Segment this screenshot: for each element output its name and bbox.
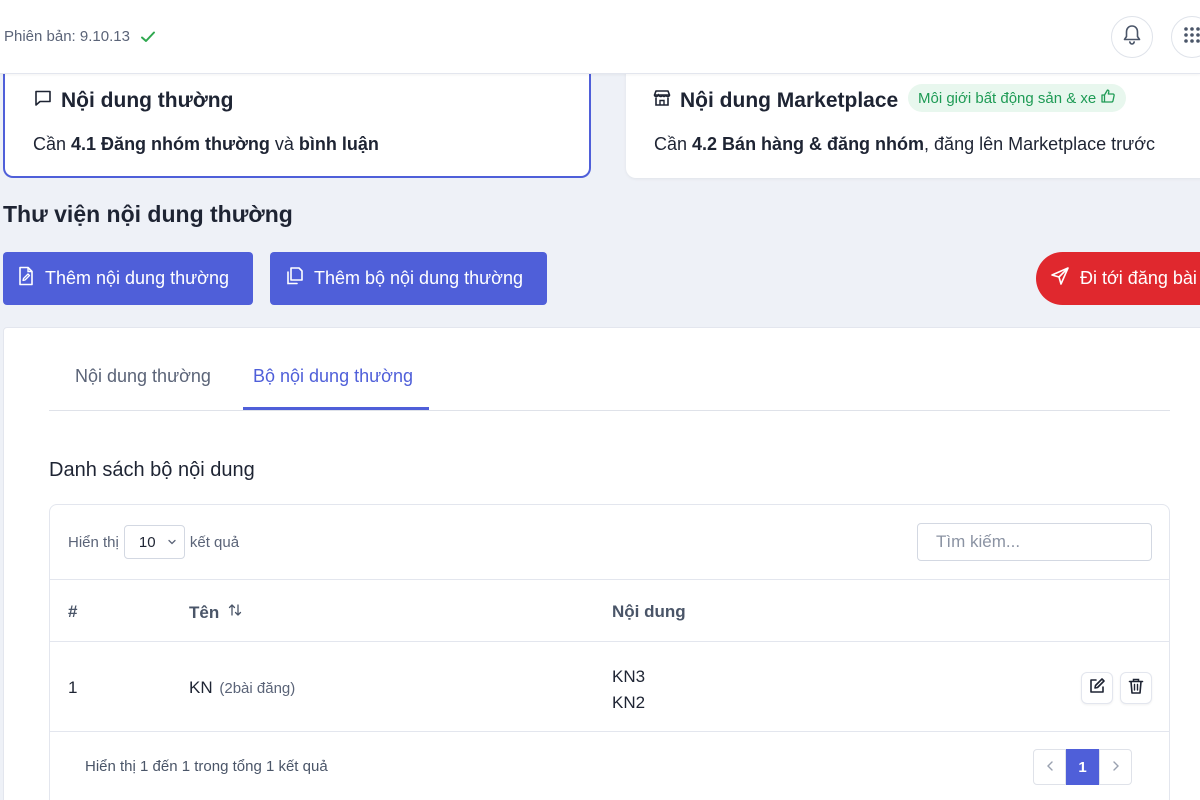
pagination: 1 [1033, 749, 1132, 785]
tab-content-sets[interactable]: Bộ nội dung thường [253, 366, 413, 387]
marketplace-badge-text: Môi giới bất động sản & xe [918, 89, 1097, 107]
tab-normal-content[interactable]: Nội dung thường [75, 366, 211, 387]
apps-grid-icon [1182, 25, 1200, 50]
library-title: Thư viện nội dung thường [3, 201, 293, 227]
page-size-select[interactable]: 10 [123, 525, 185, 559]
normal-desc-bold-1: 4.1 Đăng nhóm thường [71, 134, 270, 154]
marketplace-card-description: Cần 4.2 Bán hàng & đăng nhóm, đăng lên M… [654, 134, 1155, 155]
normal-card-title: Nội dung thường [33, 88, 233, 114]
market-desc-suffix: , đăng lên Marketplace trước [924, 134, 1156, 154]
notification-button[interactable] [1111, 16, 1153, 58]
results-label: kết quả [189, 533, 240, 551]
edit-icon [1088, 677, 1106, 700]
page-size-control: Hiển thị 10 kết quả [68, 525, 239, 559]
page-size-value: 10 [138, 533, 156, 551]
bell-icon [1122, 24, 1142, 51]
row-content: KN3 KN2 [612, 664, 645, 716]
marketplace-badge: Môi giới bất động sản & xe [908, 84, 1127, 112]
go-to-posting-button[interactable]: Đi tới đăng bài [1036, 252, 1200, 305]
thumbs-up-icon [1100, 88, 1116, 108]
marketplace-card-title: Nội dung Marketplace [652, 88, 898, 114]
column-number: # [68, 602, 78, 621]
content-panel: Nội dung thường Bộ nội dung thường Danh … [3, 327, 1200, 800]
marketplace-card-title-text: Nội dung Marketplace [680, 89, 899, 112]
column-name[interactable]: Tên [189, 602, 243, 623]
table-header: # Tên Nội dung [50, 579, 1169, 642]
row-post-count: (2bài đăng) [219, 680, 296, 697]
normal-content-card[interactable]: Nội dung thường Cần 4.1 Đăng nhóm thường… [3, 60, 591, 178]
file-edit-icon [17, 266, 35, 291]
normal-desc-mid: và [269, 134, 299, 154]
show-label: Hiển thị [68, 533, 119, 551]
chevron-down-icon [167, 534, 177, 551]
normal-desc-prefix: Cần [33, 134, 72, 154]
trash-icon [1127, 677, 1145, 700]
sort-icon[interactable] [227, 602, 243, 623]
active-tab-indicator [243, 407, 429, 410]
chevron-left-icon [1045, 759, 1055, 776]
market-desc-prefix: Cần [654, 134, 693, 154]
version-label: Phiên bản: 9.10.13 [4, 28, 130, 45]
page-button-1[interactable]: 1 [1066, 749, 1099, 785]
normal-card-title-text: Nội dung thường [61, 89, 234, 112]
row-name-text: KN [189, 678, 213, 697]
tab-bar: Nội dung thường Bộ nội dung thường [49, 328, 1170, 411]
edit-button[interactable] [1081, 672, 1113, 704]
chevron-right-icon [1111, 759, 1121, 776]
row-content-line-1: KN3 [612, 667, 646, 686]
row-name: KN (2bài đăng) [189, 678, 295, 698]
column-content: Nội dung [612, 602, 686, 621]
message-square-icon [33, 88, 53, 114]
normal-desc-bold-2: bình luận [298, 134, 379, 154]
send-icon [1050, 266, 1070, 291]
add-content-set-label: Thêm bộ nội dung thường [314, 268, 523, 288]
check-icon [140, 29, 156, 45]
row-number: 1 [68, 678, 78, 697]
market-desc-bold: 4.2 Bán hàng & đăng nhóm [692, 134, 925, 154]
pagination-summary: Hiển thị 1 đến 1 trong tổng 1 kết quả [85, 758, 328, 775]
delete-button[interactable] [1120, 672, 1152, 704]
add-content-label: Thêm nội dung thường [45, 268, 229, 288]
next-page-button[interactable] [1099, 749, 1132, 785]
version-info: Phiên bản: 9.10.13 [4, 28, 156, 45]
content-set-table: Hiển thị 10 kết quả # Tên Nội dung 1 [49, 504, 1170, 800]
column-name-label: Tên [189, 602, 220, 622]
list-title: Danh sách bộ nội dung [49, 459, 255, 481]
go-to-posting-label: Đi tới đăng bài [1080, 268, 1197, 288]
row-content-line-2: KN2 [612, 693, 646, 712]
add-content-button[interactable]: Thêm nội dung thường [3, 252, 253, 305]
add-content-set-button[interactable]: Thêm bộ nội dung thường [270, 252, 547, 305]
store-icon [652, 88, 672, 114]
previous-page-button[interactable] [1033, 749, 1066, 785]
table-row: 1 KN (2bài đăng) KN3 KN2 [50, 642, 1169, 732]
top-bar: Phiên bản: 9.10.13 [0, 0, 1200, 74]
marketplace-content-card[interactable]: Nội dung Marketplace Môi giới bất động s… [626, 60, 1200, 178]
copy-icon [284, 266, 304, 291]
normal-card-description: Cần 4.1 Đăng nhóm thường và bình luận [33, 134, 379, 155]
apps-menu-button[interactable] [1171, 16, 1200, 58]
search-input[interactable] [917, 523, 1152, 561]
